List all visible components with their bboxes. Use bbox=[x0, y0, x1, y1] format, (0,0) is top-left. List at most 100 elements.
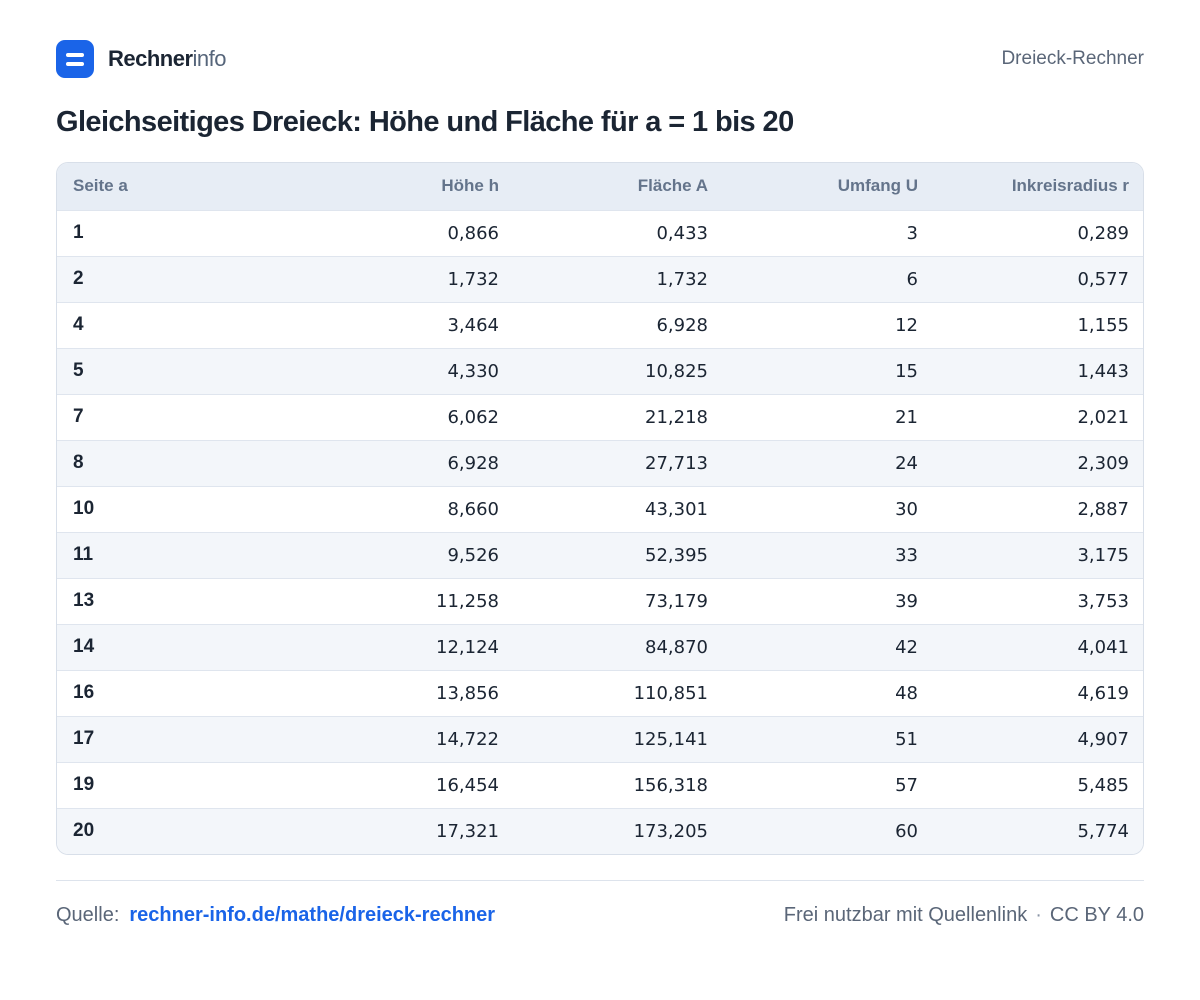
table-cell: 5,774 bbox=[934, 807, 1143, 854]
table-cell: 4,041 bbox=[934, 623, 1143, 670]
table-cell: 57 bbox=[724, 761, 934, 808]
table-cell: 11 bbox=[57, 531, 290, 578]
source: Quelle: rechner-info.de/mathe/dreieck-rec… bbox=[56, 904, 495, 927]
table-cell: 21,218 bbox=[515, 393, 724, 440]
license-separator: · bbox=[1035, 904, 1042, 926]
table-cell: 2 bbox=[57, 255, 290, 302]
table-row: 10 8,660 43,301 30 2,887 bbox=[57, 485, 1143, 532]
table-cell: 19 bbox=[57, 761, 290, 808]
table-cell: 1 bbox=[57, 209, 290, 256]
table-cell: 3,753 bbox=[934, 577, 1143, 624]
table-cell: 6,928 bbox=[515, 301, 724, 348]
table-body: 1 0,866 0,433 3 0,289 2 1,732 1,732 6 0,577 4 3,464… bbox=[57, 209, 1143, 854]
table-cell: 14 bbox=[57, 623, 290, 670]
table-cell: 156,318 bbox=[515, 761, 724, 808]
table-cell: 84,870 bbox=[515, 623, 724, 670]
table-cell: 51 bbox=[724, 715, 934, 762]
column-header: Fläche A bbox=[515, 163, 724, 210]
table-cell: 17 bbox=[57, 715, 290, 762]
table-cell: 16,454 bbox=[290, 761, 515, 808]
table-cell: 5,485 bbox=[934, 761, 1143, 808]
page-title: Gleichseitiges Dreieck: Höhe und Fläche … bbox=[56, 106, 794, 138]
table-cell: 2,021 bbox=[934, 393, 1143, 440]
table-cell: 1,443 bbox=[934, 347, 1143, 394]
table-cell: 5 bbox=[57, 347, 290, 394]
table-cell: 1,732 bbox=[515, 255, 724, 302]
table-cell: 110,851 bbox=[515, 669, 724, 716]
footer-divider bbox=[56, 880, 1144, 881]
table-header-row: Seite a Höhe h Fläche A Umfang U Inkreis… bbox=[57, 163, 1143, 210]
table-cell: 14,722 bbox=[290, 715, 515, 762]
table-cell: 21 bbox=[724, 393, 934, 440]
table-cell: 0,289 bbox=[934, 209, 1143, 256]
table-cell: 4,619 bbox=[934, 669, 1143, 716]
brand-name-light: info bbox=[192, 46, 227, 71]
brand-name: Rechnerinfo bbox=[108, 46, 227, 72]
section-label: Dreieck-Rechner bbox=[1001, 48, 1144, 69]
table-cell: 24 bbox=[724, 439, 934, 486]
table-cell: 3 bbox=[724, 209, 934, 256]
table-cell: 2,309 bbox=[934, 439, 1143, 486]
table-cell: 3,175 bbox=[934, 531, 1143, 578]
table-cell: 73,179 bbox=[515, 577, 724, 624]
table-cell: 4,330 bbox=[290, 347, 515, 394]
data-table-container: Seite a Höhe h Fläche A Umfang U Inkreis… bbox=[56, 162, 1144, 855]
table-cell: 27,713 bbox=[515, 439, 724, 486]
table-cell: 8,660 bbox=[290, 485, 515, 532]
table-cell: 4,907 bbox=[934, 715, 1143, 762]
table-cell: 15 bbox=[724, 347, 934, 394]
table-row: 19 16,454 156,318 57 5,485 bbox=[57, 761, 1143, 808]
table-row: 5 4,330 10,825 15 1,443 bbox=[57, 347, 1143, 394]
license-name: CC BY 4.0 bbox=[1049, 904, 1144, 926]
table-row: 11 9,526 52,395 33 3,175 bbox=[57, 531, 1143, 578]
table-row: 8 6,928 27,713 24 2,309 bbox=[57, 439, 1143, 486]
column-header: Seite a bbox=[57, 163, 290, 210]
table-cell: 20 bbox=[57, 807, 290, 854]
page-header: Rechnerinfo Dreieck-Rechner bbox=[56, 40, 1144, 78]
table-cell: 60 bbox=[724, 807, 934, 854]
table-row: 16 13,856 110,851 48 4,619 bbox=[57, 669, 1143, 716]
column-header: Inkreisradius r bbox=[934, 163, 1143, 210]
table-cell: 11,258 bbox=[290, 577, 515, 624]
table-cell: 2,887 bbox=[934, 485, 1143, 532]
table-cell: 1,732 bbox=[290, 255, 515, 302]
table-cell: 10,825 bbox=[515, 347, 724, 394]
table-cell: 33 bbox=[724, 531, 934, 578]
table-cell: 13,856 bbox=[290, 669, 515, 716]
table-cell: 48 bbox=[724, 669, 934, 716]
table-cell: 10 bbox=[57, 485, 290, 532]
table-cell: 0,577 bbox=[934, 255, 1143, 302]
table-cell: 39 bbox=[724, 577, 934, 624]
table-cell: 52,395 bbox=[515, 531, 724, 578]
brand[interactable]: Rechnerinfo bbox=[56, 40, 227, 78]
table-cell: 9,526 bbox=[290, 531, 515, 578]
table-cell: 4 bbox=[57, 301, 290, 348]
brand-name-strong: Rechner bbox=[108, 46, 193, 71]
table-row: 4 3,464 6,928 12 1,155 bbox=[57, 301, 1143, 348]
column-header: Höhe h bbox=[290, 163, 515, 210]
table-row: 2 1,732 1,732 6 0,577 bbox=[57, 255, 1143, 302]
license-text: Frei nutzbar mit Quellenlink bbox=[783, 904, 1028, 926]
table-cell: 6 bbox=[724, 255, 934, 302]
table-cell: 6,928 bbox=[290, 439, 515, 486]
table-cell: 8 bbox=[57, 439, 290, 486]
table-cell: 1,155 bbox=[934, 301, 1143, 348]
table-cell: 17,321 bbox=[290, 807, 515, 854]
table-cell: 173,205 bbox=[515, 807, 724, 854]
source-label: Quelle: bbox=[56, 904, 120, 926]
table-row: 17 14,722 125,141 51 4,907 bbox=[57, 715, 1143, 762]
table-cell: 42 bbox=[724, 623, 934, 670]
table-cell: 43,301 bbox=[515, 485, 724, 532]
table-row: 7 6,062 21,218 21 2,021 bbox=[57, 393, 1143, 440]
table-row: 1 0,866 0,433 3 0,289 bbox=[57, 209, 1143, 256]
data-table: Seite a Höhe h Fläche A Umfang U Inkreis… bbox=[57, 163, 1143, 854]
table-cell: 30 bbox=[724, 485, 934, 532]
table-cell: 13 bbox=[57, 577, 290, 624]
source-link[interactable]: rechner-info.de/mathe/dreieck-rechner bbox=[129, 904, 495, 926]
table-cell: 7 bbox=[57, 393, 290, 440]
table-cell: 0,433 bbox=[515, 209, 724, 256]
table-cell: 125,141 bbox=[515, 715, 724, 762]
table-row: 13 11,258 73,179 39 3,753 bbox=[57, 577, 1143, 624]
table-cell: 6,062 bbox=[290, 393, 515, 440]
table-row: 20 17,321 173,205 60 5,774 bbox=[57, 807, 1143, 854]
